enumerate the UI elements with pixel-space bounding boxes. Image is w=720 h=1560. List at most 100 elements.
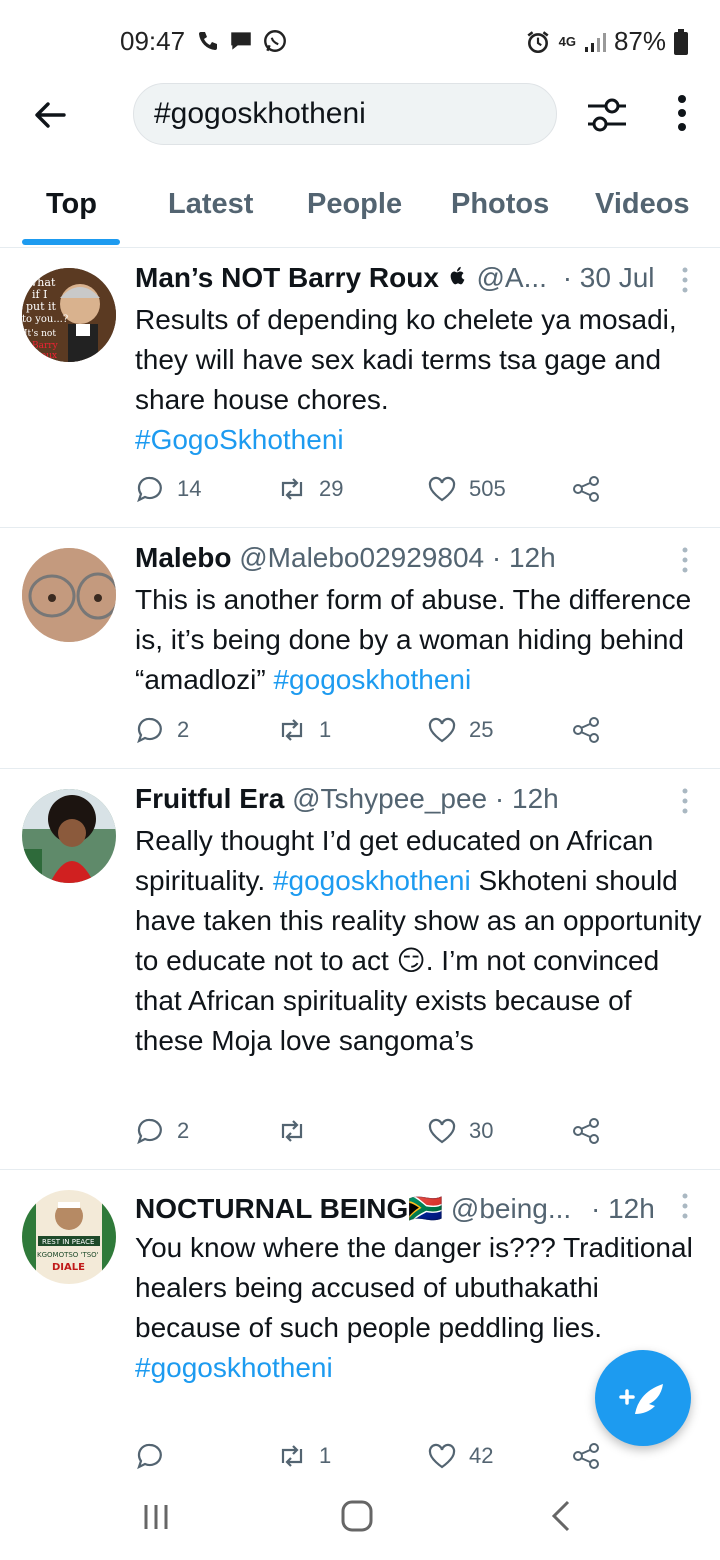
retweet-count: 1 — [319, 717, 332, 742]
tweet-card[interactable]: Malebo @Malebo02929804 · 12h This is ano… — [0, 528, 720, 769]
search-tabs: Top Latest People Photos Videos — [0, 168, 720, 248]
reply-icon — [137, 717, 162, 744]
home-icon[interactable] — [340, 1499, 374, 1533]
tweet-time: · 12h — [494, 783, 559, 814]
avatar-image: REST IN PEACE KGOMOTSO 'TSO' DIALE — [22, 1190, 116, 1284]
svg-text:to you...?: to you...? — [22, 314, 68, 325]
retweet-icon — [281, 1120, 303, 1142]
compose-tweet-icon — [619, 1384, 663, 1414]
tweet-text: This is another form of abuse. The diffe… — [135, 584, 692, 695]
avatar[interactable]: What if I put it to you...? It's not Bar… — [22, 268, 116, 362]
retweet-button[interactable]: 29 — [277, 474, 343, 504]
compose-tweet-button[interactable] — [595, 1350, 691, 1446]
more-vertical-icon[interactable] — [672, 92, 692, 138]
tweet-more-icon[interactable] — [680, 266, 690, 294]
avatar[interactable]: REST IN PEACE KGOMOTSO 'TSO' DIALE — [22, 1190, 116, 1284]
reply-icon — [137, 1118, 162, 1145]
network-type-label: 4G — [558, 33, 576, 49]
retweet-icon — [281, 1445, 303, 1467]
share-icon — [573, 717, 599, 743]
hashtag-link[interactable]: #gogoskhotheni — [135, 1352, 333, 1383]
retweet-button[interactable]: 1 — [277, 1441, 331, 1471]
reply-button[interactable]: 2 — [135, 715, 189, 745]
reply-count: 2 — [177, 1118, 190, 1143]
tweet-card[interactable]: Fruitful Era @Tshypee_pee · 12h Really t… — [0, 769, 720, 1170]
reply-button[interactable] — [135, 1441, 177, 1471]
avatar-image — [22, 789, 116, 883]
tweet-actions: 2 30 — [135, 1116, 615, 1156]
author-name[interactable]: Malebo — [135, 542, 231, 573]
svg-text:REST IN PEACE: REST IN PEACE — [42, 1238, 94, 1246]
alarm-icon — [527, 30, 549, 53]
tweet-more-icon[interactable] — [680, 1192, 690, 1220]
system-nav-bar — [0, 1485, 720, 1560]
tweet-card[interactable]: What if I put it to you...? It's not Bar… — [0, 248, 720, 528]
reply-count: 14 — [177, 476, 202, 501]
tab-videos[interactable]: Videos — [595, 188, 690, 221]
like-button[interactable]: 505 — [427, 474, 506, 504]
tweet-more-icon[interactable] — [680, 787, 690, 815]
retweet-count: 29 — [319, 476, 344, 501]
tweet-text: Really thought I’d get educated on Afric… — [135, 825, 702, 1056]
back-arrow-icon[interactable] — [30, 95, 70, 135]
author-handle[interactable]: @being... — [451, 1193, 571, 1224]
smirk-emoji: 😏 — [396, 945, 426, 976]
recent-apps-icon[interactable] — [140, 1501, 172, 1533]
avatar-image — [22, 548, 116, 642]
whatsapp-icon — [264, 30, 286, 52]
tab-photos[interactable]: Photos — [451, 188, 549, 221]
heart-icon — [428, 717, 456, 743]
author-handle[interactable]: @A... — [476, 262, 546, 293]
like-button[interactable]: 30 — [427, 1116, 493, 1146]
heart-icon — [428, 1118, 456, 1144]
back-icon[interactable] — [546, 1499, 576, 1533]
search-input[interactable]: #gogoskhotheni — [133, 83, 557, 145]
hashtag-link[interactable]: #gogoskhotheni — [273, 865, 471, 896]
like-button[interactable]: 42 — [427, 1441, 493, 1471]
tweet-actions: 2 1 25 — [135, 715, 615, 755]
svg-text:Roux: Roux — [34, 351, 57, 361]
share-button[interactable] — [571, 474, 601, 504]
author-name[interactable]: NOCTURNAL BEING — [135, 1193, 408, 1224]
tweet-more-icon[interactable] — [680, 546, 690, 574]
heart-icon — [428, 1443, 456, 1469]
share-icon — [573, 1118, 599, 1144]
filter-icon[interactable] — [584, 92, 630, 138]
reply-button[interactable]: 2 — [135, 1116, 189, 1146]
author-handle[interactable]: @Tshypee_pee — [292, 783, 487, 814]
apple-icon — [450, 266, 465, 285]
status-bar: 09:47 4G 87% — [0, 0, 720, 80]
tab-latest[interactable]: Latest — [168, 188, 253, 221]
like-count: 30 — [469, 1118, 494, 1143]
like-button[interactable]: 25 — [427, 715, 493, 745]
active-tab-indicator — [22, 239, 120, 245]
tab-top[interactable]: Top — [46, 188, 97, 221]
author-name[interactable]: Fruitful Era — [135, 783, 284, 814]
tweet-text: Results of depending ko chelete ya mosad… — [135, 304, 677, 455]
status-time: 09:47 — [120, 26, 186, 56]
author-handle[interactable]: @Malebo02929804 — [239, 542, 484, 573]
hashtag-link[interactable]: #GogoSkhotheni — [135, 424, 344, 455]
share-button[interactable] — [571, 1116, 601, 1146]
svg-text:DIALE: DIALE — [52, 1262, 85, 1273]
retweet-icon — [281, 719, 303, 741]
reply-button[interactable]: 14 — [135, 474, 201, 504]
svg-text:KGOMOTSO 'TSO': KGOMOTSO 'TSO' — [37, 1251, 99, 1259]
like-count: 505 — [469, 476, 506, 501]
tab-people[interactable]: People — [307, 188, 402, 221]
retweet-button[interactable]: 1 — [277, 715, 331, 745]
flag-emoji: 🇿🇦 — [408, 1193, 444, 1224]
tweet-time: · 12h — [491, 542, 556, 573]
retweet-button[interactable] — [277, 1116, 319, 1146]
message-icon — [231, 32, 251, 50]
tweet-time: · 12h — [590, 1193, 655, 1224]
author-name[interactable]: Man’s NOT Barry Roux — [135, 262, 439, 293]
avatar[interactable] — [22, 789, 116, 883]
heart-icon — [428, 476, 456, 502]
avatar[interactable] — [22, 548, 116, 642]
tweet-time: · 30 Jul — [562, 262, 655, 293]
hashtag-link[interactable]: #gogoskhotheni — [273, 664, 471, 695]
battery-icon — [674, 28, 688, 55]
share-button[interactable] — [571, 715, 601, 745]
like-count: 42 — [469, 1443, 494, 1468]
